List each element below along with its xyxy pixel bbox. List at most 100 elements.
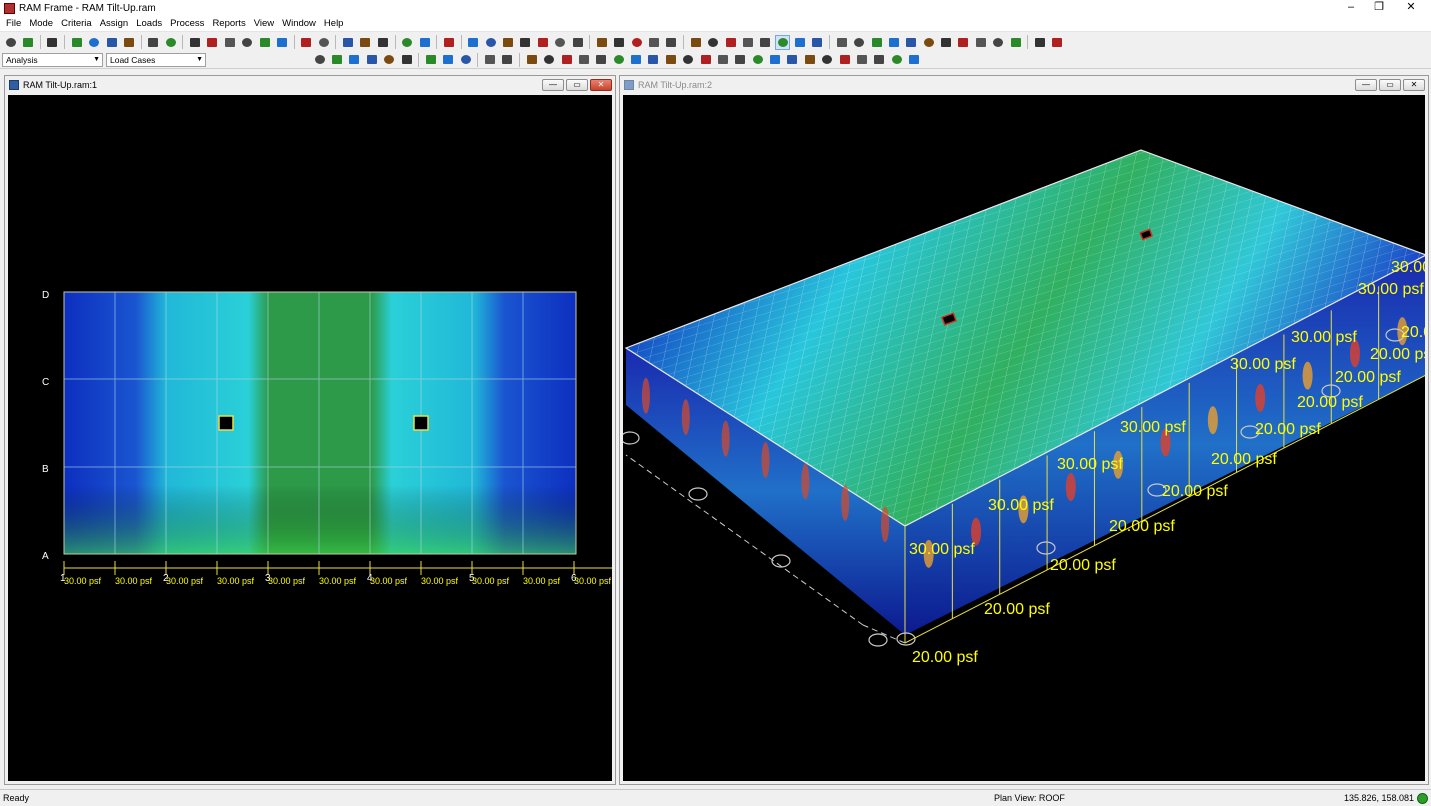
menu-assign[interactable]: Assign (96, 16, 133, 32)
menu-reports[interactable]: Reports (208, 16, 249, 32)
toolbar-tool-icon[interactable] (146, 35, 161, 50)
load-case-combo[interactable]: Load Cases ▼ (106, 52, 206, 67)
close-view-button[interactable]: ✕ (590, 79, 612, 91)
toolbar-tool-icon[interactable] (869, 35, 884, 50)
toolbar-tool-icon[interactable] (316, 35, 331, 50)
toolbar-tool-icon[interactable] (907, 52, 922, 67)
menu-window[interactable]: Window (278, 16, 320, 32)
toolbar-tool-icon[interactable] (802, 52, 817, 67)
toolbar-tool-icon[interactable] (483, 52, 498, 67)
toolbar-tool-icon[interactable] (121, 35, 136, 50)
toolbar-tool-icon[interactable] (375, 35, 390, 50)
toolbar-tool-icon[interactable] (611, 52, 626, 67)
toolbar-tool-icon[interactable] (524, 52, 539, 67)
toolbar-tool-icon[interactable] (775, 34, 791, 50)
toolbar-tool-icon[interactable] (501, 35, 516, 50)
plan-view-canvas[interactable]: D C B A 1 2 3 4 5 6 30.00 psf 30.00 psf … (8, 95, 614, 781)
menu-criteria[interactable]: Criteria (57, 16, 96, 32)
menu-mode[interactable]: Mode (25, 16, 57, 32)
toolbar-tool-icon[interactable] (810, 35, 825, 50)
toolbar-tool-icon[interactable] (594, 52, 609, 67)
toolbar-tool-icon[interactable] (1032, 35, 1047, 50)
close-button[interactable]: ✕ (1396, 0, 1426, 16)
toolbar-tool-icon[interactable] (740, 35, 755, 50)
toolbar-tool-icon[interactable] (1008, 35, 1023, 50)
toolbar-tool-icon[interactable] (441, 35, 456, 50)
toolbar-tool-icon[interactable] (240, 35, 255, 50)
toolbar-tool-icon[interactable] (837, 52, 852, 67)
toolbar-tool-icon[interactable] (570, 35, 585, 50)
toolbar-tool-icon[interactable] (629, 52, 644, 67)
toolbar-tool-icon[interactable] (698, 52, 713, 67)
toolbar-tool-icon[interactable] (646, 52, 661, 67)
toolbar-tool-icon[interactable] (854, 52, 869, 67)
mode-combo[interactable]: Analysis ▼ (2, 52, 103, 67)
toolbar-tool-icon[interactable] (347, 52, 362, 67)
toolbar-tool-icon[interactable] (612, 35, 627, 50)
toolbar-tool-icon[interactable] (820, 52, 835, 67)
toolbar-tool-icon[interactable] (956, 35, 971, 50)
minimize-view-button[interactable]: — (542, 79, 564, 91)
toolbar-tool-icon[interactable] (399, 52, 414, 67)
toolbar-tool-icon[interactable] (594, 35, 609, 50)
toolbar-tool-icon[interactable] (723, 35, 738, 50)
close-view-button[interactable]: ✕ (1403, 79, 1425, 91)
toolbar-tool-icon[interactable] (629, 35, 644, 50)
3d-view-canvas[interactable]: 30.00 psf 30.00 psf 30.00 psf 30.00 psf … (620, 95, 1431, 781)
toolbar-tool-icon[interactable] (205, 35, 220, 50)
toolbar-tool-icon[interactable] (299, 35, 314, 50)
toolbar-tool-icon[interactable] (1050, 35, 1065, 50)
toolbar-tool-icon[interactable] (330, 52, 345, 67)
toolbar-tool-icon[interactable] (681, 52, 696, 67)
toolbar-tool-icon[interactable] (663, 52, 678, 67)
toolbar-tool-icon[interactable] (939, 35, 954, 50)
toolbar-tool-icon[interactable] (104, 35, 119, 50)
toolbar-tool-icon[interactable] (274, 35, 289, 50)
toolbar-tool-icon[interactable] (518, 35, 533, 50)
toolbar-tool-icon[interactable] (834, 35, 849, 50)
maximize-view-button[interactable]: ▭ (1379, 79, 1401, 91)
toolbar-tool-icon[interactable] (991, 35, 1006, 50)
toolbar-tool-icon[interactable] (758, 35, 773, 50)
toolbar-tool-icon[interactable] (358, 35, 373, 50)
toolbar-tool-icon[interactable] (921, 35, 936, 50)
toolbar-tool-icon[interactable] (364, 52, 379, 67)
toolbar-tool-icon[interactable] (542, 52, 557, 67)
toolbar-tool-icon[interactable] (706, 35, 721, 50)
minimize-button[interactable]: – (1336, 0, 1366, 16)
toolbar-tool-icon[interactable] (500, 52, 515, 67)
menu-help[interactable]: Help (320, 16, 348, 32)
toolbar-tool-icon[interactable] (793, 35, 808, 50)
menu-view[interactable]: View (250, 16, 278, 32)
toolbar-tool-icon[interactable] (973, 35, 988, 50)
toolbar-tool-icon[interactable] (852, 35, 867, 50)
toolbar-tool-icon[interactable] (535, 35, 550, 50)
toolbar-tool-icon[interactable] (768, 52, 783, 67)
toolbar-tool-icon[interactable] (886, 35, 901, 50)
toolbar-tool-icon[interactable] (889, 52, 904, 67)
toolbar-tool-icon[interactable] (688, 35, 703, 50)
toolbar-tool-icon[interactable] (559, 52, 574, 67)
toolbar-tool-icon[interactable] (458, 52, 473, 67)
toolbar-tool-icon[interactable] (553, 35, 568, 50)
toolbar-tool-icon[interactable] (257, 35, 272, 50)
toolbar-tool-icon[interactable] (441, 52, 456, 67)
toolbar-tool-icon[interactable] (904, 35, 919, 50)
toolbar-tool-icon[interactable] (382, 52, 397, 67)
toolbar-tool-icon[interactable] (715, 52, 730, 67)
view-window-1[interactable]: RAM Tilt-Up.ram:1 — ▭ ✕ D C B A 1 2 3 4 … (4, 75, 616, 785)
toolbar-tool-icon[interactable] (483, 35, 498, 50)
minimize-view-button[interactable]: — (1355, 79, 1377, 91)
menu-loads[interactable]: Loads (132, 16, 166, 32)
toolbar-tool-icon[interactable] (576, 52, 591, 67)
toolbar-tool-icon[interactable] (785, 52, 800, 67)
toolbar-tool-icon[interactable] (222, 35, 237, 50)
toolbar-tool-icon[interactable] (312, 52, 327, 67)
restore-button[interactable]: ❐ (1364, 0, 1394, 16)
toolbar-tool-icon[interactable] (188, 35, 203, 50)
menu-file[interactable]: File (2, 16, 25, 32)
toolbar-tool-icon[interactable] (423, 52, 438, 67)
toolbar-tool-icon[interactable] (400, 35, 415, 50)
menu-process[interactable]: Process (166, 16, 208, 32)
view-window-2[interactable]: RAM Tilt-Up.ram:2 — ▭ ✕ 30.00 psf 30.00 … (619, 75, 1431, 785)
